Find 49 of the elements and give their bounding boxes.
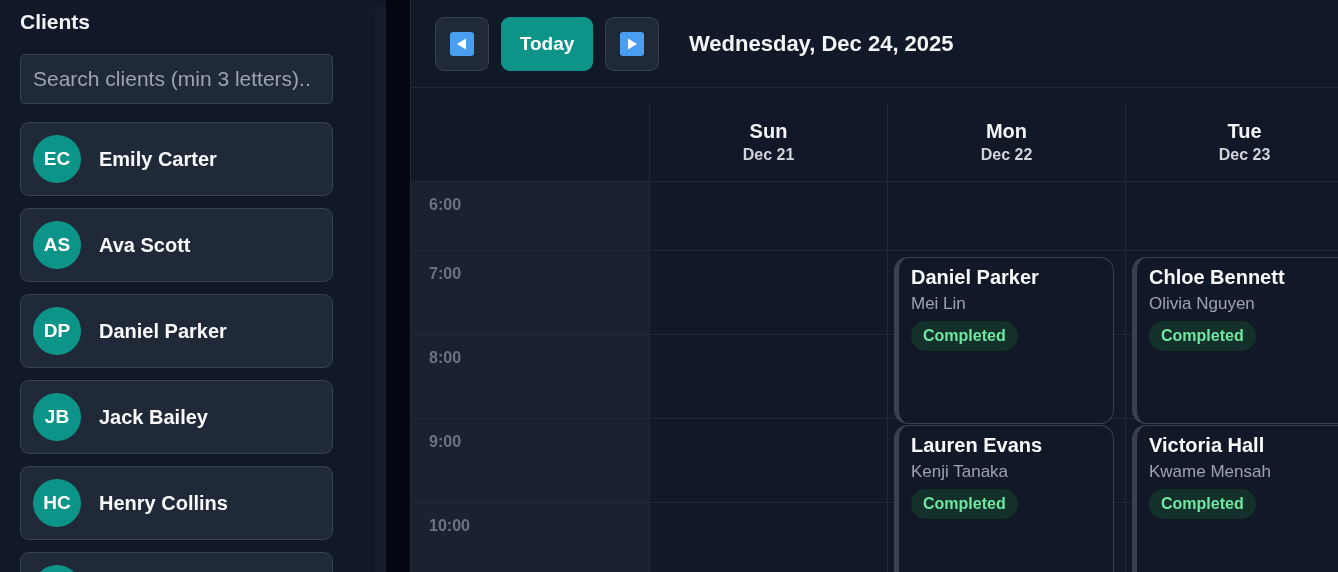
staff-name: Olivia Nguyen — [1149, 294, 1255, 314]
appointment-card[interactable]: Chloe Bennett Olivia Nguyen Completed — [1132, 257, 1338, 424]
day-name: Mon — [985, 120, 1028, 143]
client-name: Chloe Bennett — [1149, 266, 1285, 289]
avatar: AS — [33, 221, 81, 269]
day-date: Dec 21 — [742, 146, 795, 164]
day-name: Tue — [1227, 120, 1262, 143]
avatar: HC — [33, 479, 81, 527]
day-date: Dec 22 — [980, 146, 1033, 164]
current-date: Wednesday, Dec 24, 2025 — [689, 30, 954, 57]
client-name: Emily Carter — [99, 147, 217, 171]
client-name: Lauren Evans — [911, 434, 1043, 457]
staff-name: Mei Lin — [911, 294, 966, 314]
client-name: Ava Scott — [99, 233, 191, 257]
time-label: 10:00 — [429, 517, 470, 534]
sidebar-title: Clients — [20, 10, 91, 35]
time-label: 6:00 — [429, 196, 462, 213]
client-card[interactable]: DP Daniel Parker — [20, 294, 333, 368]
client-name: Daniel Parker — [911, 266, 1039, 289]
status-badge: Completed — [1149, 489, 1256, 519]
status-badge: Completed — [911, 321, 1018, 351]
avatar: EC — [33, 135, 81, 183]
time-label: 9:00 — [429, 433, 462, 450]
client-card[interactable]: JB Jack Bailey — [20, 380, 333, 454]
day-name: Sun — [749, 120, 788, 143]
appointment-card[interactable]: Victoria Hall Kwame Mensah Completed — [1132, 425, 1338, 572]
today-button[interactable]: Today — [501, 16, 593, 71]
client-name: Daniel Parker — [99, 319, 227, 343]
previous-button[interactable] — [435, 16, 489, 71]
staff-name: Kenji Tanaka — [911, 462, 1009, 482]
client-card[interactable]: EC Emily Carter — [20, 122, 333, 196]
client-name: Victoria Hall — [1149, 434, 1265, 457]
client-card[interactable]: AS Ava Scott — [20, 208, 333, 282]
status-badge: Completed — [1149, 321, 1256, 351]
time-label: 8:00 — [429, 349, 462, 366]
client-name: Jack Bailey — [99, 405, 208, 429]
day-date: Dec 23 — [1218, 146, 1271, 164]
appointment-card[interactable]: Lauren Evans Kenji Tanaka Completed — [894, 425, 1114, 572]
avatar: DP — [33, 307, 81, 355]
time-label: 7:00 — [429, 265, 462, 282]
client-card[interactable]: HC Henry Collins — [20, 466, 333, 540]
avatar: JB — [33, 393, 81, 441]
client-name: Henry Collins — [99, 491, 228, 515]
status-badge: Completed — [911, 489, 1018, 519]
next-button[interactable] — [605, 16, 659, 71]
appointment-card[interactable]: Daniel Parker Mei Lin Completed — [894, 257, 1114, 424]
scrollbar[interactable] — [374, 6, 386, 572]
search-field[interactable]: Search clients (min 3 letters).. — [20, 54, 333, 104]
staff-name: Kwame Mensah — [1149, 462, 1271, 482]
